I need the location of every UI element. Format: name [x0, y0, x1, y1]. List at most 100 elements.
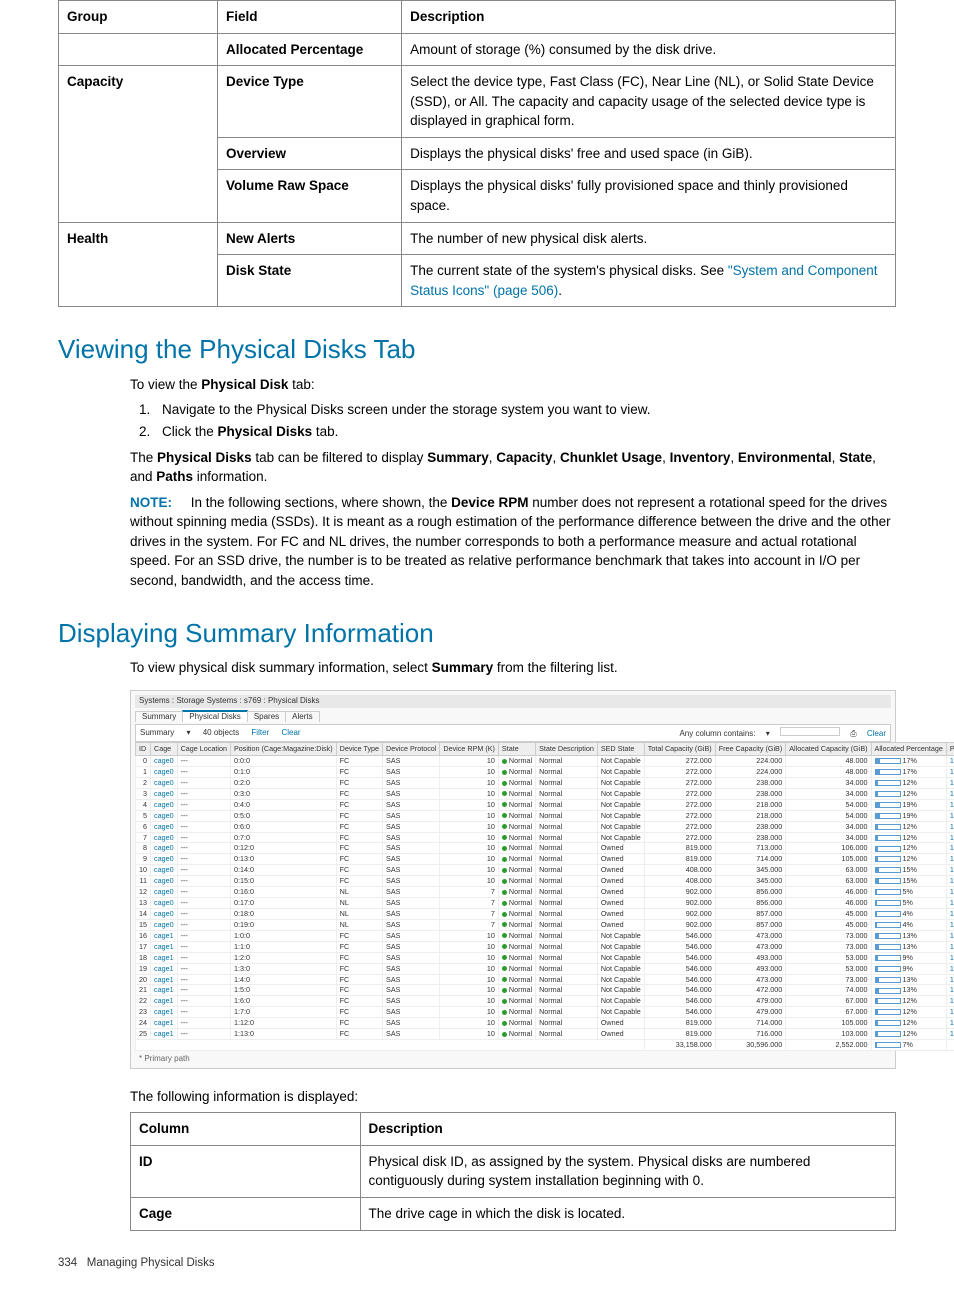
field-cell: Overview — [218, 137, 402, 170]
status-dot-icon — [502, 1010, 507, 1015]
table-row[interactable]: 22cage1---1:6:0FCSAS10NormalNormalNot Ca… — [136, 996, 954, 1007]
th-column: Column — [131, 1113, 361, 1146]
th-field: Field — [218, 1, 402, 34]
summary-intro: To view physical disk summary informatio… — [130, 658, 896, 678]
field-cell: Device Type — [218, 66, 402, 138]
heading-viewing-physical-disks-tab: Viewing the Physical Disks Tab — [58, 331, 896, 369]
export-icon[interactable]: ⎙ — [850, 729, 856, 738]
status-dot-icon — [502, 791, 507, 796]
status-dot-icon — [502, 868, 507, 873]
filter-options-paragraph: The Physical Disks tab can be filtered t… — [130, 448, 896, 487]
allocated-bar — [875, 933, 901, 939]
grid-header-cell[interactable]: Total Capacity (GiB) — [644, 743, 715, 756]
field-cell: Disk State — [218, 255, 402, 307]
allocated-bar — [875, 867, 901, 873]
status-dot-icon — [502, 966, 507, 971]
primary-path-footnote: * Primary path — [135, 1051, 891, 1064]
breadcrumb: Systems : Storage Systems : s769 : Physi… — [135, 695, 891, 708]
status-dot-icon — [502, 824, 507, 829]
clear-link-2[interactable]: Clear — [867, 729, 886, 738]
grid-header-cell[interactable]: Allocated Percentage — [871, 743, 946, 756]
table-row[interactable]: 23cage1---1:7:0FCSAS10NormalNormalNot Ca… — [136, 1007, 954, 1018]
status-dot-icon — [502, 988, 507, 993]
tab-physical-disks[interactable]: Physical Disks — [182, 710, 248, 723]
table-row[interactable]: 24cage1---1:12:0FCSAS10NormalNormalOwned… — [136, 1018, 954, 1029]
status-dot-icon — [502, 944, 507, 949]
table-row[interactable]: 12cage0---0:16:0NLSAS7NormalNormalOwned9… — [136, 887, 954, 898]
tab-alerts[interactable]: Alerts — [285, 711, 319, 723]
table-row[interactable]: 4cage0---0:4:0FCSAS10NormalNormalNot Cap… — [136, 799, 954, 810]
grid-header-cell[interactable]: Cage — [151, 743, 178, 756]
allocated-bar — [875, 846, 901, 852]
allocated-bar — [875, 791, 901, 797]
desc-cell: Displays the physical disks' fully provi… — [402, 170, 896, 222]
grid-header-cell[interactable]: Position (Cage:Magazine:Disk) — [230, 743, 336, 756]
summary-screenshot-figure: Systems : Storage Systems : s769 : Physi… — [130, 690, 896, 1069]
status-dot-icon — [502, 813, 507, 818]
group-cell-health: Health — [59, 222, 218, 307]
allocated-bar — [875, 824, 901, 830]
system-status-icons-link[interactable]: "System and Component Status Icons" (pag… — [410, 263, 877, 298]
allocated-bar — [875, 889, 901, 895]
table-row[interactable]: 3cage0---0:3:0FCSAS10NormalNormalNot Cap… — [136, 788, 954, 799]
table-row[interactable]: 2cage0---0:2:0FCSAS10NormalNormalNot Cap… — [136, 777, 954, 788]
status-dot-icon — [502, 759, 507, 764]
table-row[interactable]: 15cage0---0:19:0NLSAS7NormalNormalOwned9… — [136, 919, 954, 930]
table-row[interactable]: 9cage0---0:13:0FCSAS10NormalNormalOwned8… — [136, 854, 954, 865]
grid-header-cell[interactable]: SED State — [597, 743, 644, 756]
step-1: Navigate to the Physical Disks screen un… — [154, 400, 896, 420]
column-cell: Cage — [131, 1198, 361, 1231]
status-dot-icon — [502, 879, 507, 884]
table-row[interactable]: 6cage0---0:6:0FCSAS10NormalNormalNot Cap… — [136, 821, 954, 832]
page-number: 334 — [58, 1257, 77, 1269]
grid-header-cell[interactable]: Free Capacity (GiB) — [715, 743, 786, 756]
grid-header-cell[interactable]: ID — [136, 743, 151, 756]
table-row[interactable]: 16cage1---1:0:0FCSAS10NormalNormalNot Ca… — [136, 930, 954, 941]
table-row[interactable]: 17cage1---1:1:0FCSAS10NormalNormalNot Ca… — [136, 941, 954, 952]
grid-header-cell[interactable]: State Description — [536, 743, 598, 756]
grid-header-cell[interactable]: Device Protocol — [383, 743, 440, 756]
allocated-bar — [875, 802, 901, 808]
tab-summary[interactable]: Summary — [135, 711, 183, 723]
grid-header-cell[interactable]: Device Type — [336, 743, 382, 756]
allocated-bar — [875, 998, 901, 1004]
table-row[interactable]: 1cage0---0:1:0FCSAS10NormalNormalNot Cap… — [136, 766, 954, 777]
table-row[interactable]: 7cage0---0:7:0FCSAS10NormalNormalNot Cap… — [136, 832, 954, 843]
table-row[interactable]: 0cage0---0:0:0FCSAS10NormalNormalNot Cap… — [136, 756, 954, 767]
table-row[interactable]: 19cage1---1:3:0FCSAS10NormalNormalNot Ca… — [136, 963, 954, 974]
grid-header-cell[interactable]: Device RPM (K) — [440, 743, 499, 756]
column-description-table: Column Description IDPhysical disk ID, a… — [130, 1112, 896, 1230]
desc-cell: Physical disk ID, as assigned by the sys… — [360, 1145, 896, 1197]
grid-header-cell[interactable]: Allocated Capacity (GiB) — [786, 743, 871, 756]
grid-header-cell[interactable]: State — [498, 743, 535, 756]
field-cell: Volume Raw Space — [218, 170, 402, 222]
search-dropdown-icon[interactable]: ▾ — [766, 729, 770, 738]
allocated-bar — [875, 955, 901, 961]
status-dot-icon — [502, 846, 507, 851]
table-row[interactable]: 11cage0---0:15:0FCSAS10NormalNormalOwned… — [136, 876, 954, 887]
allocated-bar — [875, 878, 901, 884]
grid-header-cell[interactable]: Cage Location — [177, 743, 230, 756]
desc-cell: The drive cage in which the disk is loca… — [360, 1198, 896, 1231]
tab-spares[interactable]: Spares — [247, 711, 286, 723]
table-row[interactable]: 20cage1---1:4:0FCSAS10NormalNormalNot Ca… — [136, 974, 954, 985]
clear-link[interactable]: Clear — [281, 728, 300, 737]
table-row[interactable]: 8cage0---0:12:0FCSAS10NormalNormalOwned8… — [136, 843, 954, 854]
search-input[interactable] — [780, 727, 840, 736]
object-count: 40 objects — [203, 728, 239, 737]
filter-selector[interactable]: Summary ▾ — [140, 728, 190, 737]
allocated-bar — [875, 758, 901, 764]
table-row[interactable]: 13cage0---0:17:0NLSAS7NormalNormalOwned9… — [136, 898, 954, 909]
table-row[interactable]: 14cage0---0:18:0NLSAS7NormalNormalOwned9… — [136, 908, 954, 919]
table-row[interactable]: 21cage1---1:5:0FCSAS10NormalNormalNot Ca… — [136, 985, 954, 996]
allocated-bar — [875, 769, 901, 775]
allocated-bar — [875, 813, 901, 819]
table-row[interactable]: 18cage1---1:2:0FCSAS10NormalNormalNot Ca… — [136, 952, 954, 963]
table-row[interactable]: 25cage1---1:13:0FCSAS10NormalNormalOwned… — [136, 1029, 954, 1040]
table-row[interactable]: 5cage0---0:5:0FCSAS10NormalNormalNot Cap… — [136, 810, 954, 821]
column-cell: ID — [131, 1145, 361, 1197]
table-row[interactable]: 10cage0---0:14:0FCSAS10NormalNormalOwned… — [136, 865, 954, 876]
filter-link[interactable]: Filter — [251, 728, 269, 737]
status-dot-icon — [502, 857, 507, 862]
grid-header-cell[interactable]: Port A (Node:Slot:Port) — [946, 743, 954, 756]
